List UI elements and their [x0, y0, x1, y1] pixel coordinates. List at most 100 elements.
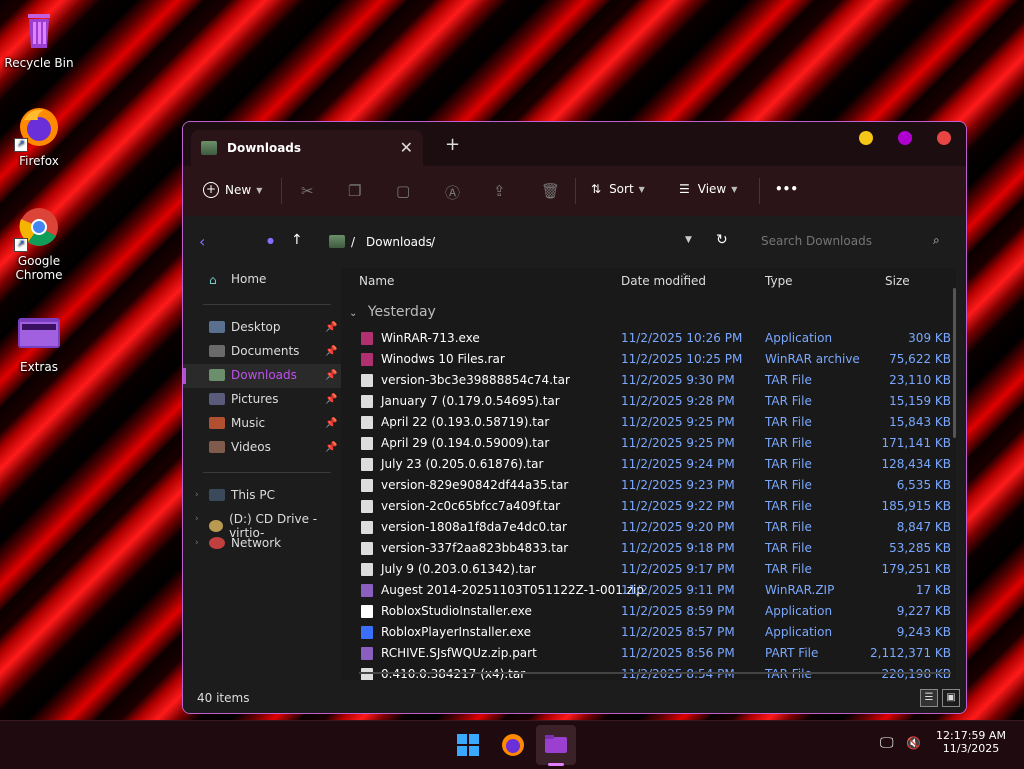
search-icon: ⌕ — [933, 233, 940, 247]
view-button[interactable]: ☰ View ▼ — [679, 182, 737, 196]
file-row[interactable]: Augest 2014-20251103T051122Z-1-001.zip 11… — [359, 580, 951, 601]
clock[interactable]: 12:17:59 AM 11/3/2025 — [934, 729, 1008, 755]
maximize-button[interactable] — [898, 131, 912, 145]
clock-time: 12:17:59 AM — [936, 729, 1006, 742]
new-tab-button[interactable]: + — [445, 134, 460, 155]
nav-item-music[interactable]: Music — [209, 416, 265, 430]
more-options-button[interactable]: ••• — [775, 182, 798, 196]
file-row[interactable]: July 23 (0.205.0.61876).tar 11/2/2025 9:2… — [359, 454, 951, 475]
desktop-icon-firefox[interactable]: ↗ Firefox — [4, 104, 74, 168]
column-header-type[interactable]: Type — [765, 274, 793, 288]
forward-icon[interactable]: ● — [267, 236, 274, 245]
file-row[interactable]: RCHIVE.SJsfWQUz.zip.part 11/2/2025 8:56 P… — [359, 643, 951, 664]
file-list: Name Date modified Type Size ⌄ ⌄ Yesterd… — [341, 268, 956, 680]
file-name: RobloxPlayerInstaller.exe — [381, 625, 531, 639]
file-row[interactable]: January 7 (0.179.0.54695).tar 11/2/2025 9… — [359, 391, 951, 412]
recycle-bin-icon — [16, 6, 62, 52]
close-tab-icon[interactable]: ✕ — [400, 138, 413, 157]
chevron-right-icon[interactable]: › — [195, 490, 199, 500]
close-button[interactable] — [937, 131, 951, 145]
new-button[interactable]: + New ▼ — [203, 182, 262, 198]
nav-item-pictures[interactable]: Pictures — [209, 392, 279, 406]
file-row[interactable]: version-3bc3e39888854c74.tar 11/2/2025 9:… — [359, 370, 951, 391]
desktop-folder-icon — [209, 321, 225, 333]
this-pc-icon — [209, 489, 225, 501]
nav-home[interactable]: ⌂ Home — [209, 272, 266, 287]
nav-item-desktop[interactable]: Desktop — [209, 320, 281, 334]
file-row[interactable]: version-1808a1f8da7e4dc0.tar 11/2/2025 9:… — [359, 517, 951, 538]
pin-icon[interactable]: 📌 — [325, 322, 337, 333]
up-icon[interactable]: ↑ — [291, 232, 303, 248]
videos-folder-icon — [209, 441, 225, 453]
file-row[interactable]: RobloxStudioInstaller.exe 11/2/2025 8:59 … — [359, 601, 951, 622]
file-row[interactable]: WinRAR-713.exe 11/2/2025 10:26 PM Applicat… — [359, 328, 951, 349]
copy-icon[interactable]: ❐ — [348, 182, 361, 200]
desktop-icon-recycle-bin[interactable]: Recycle Bin — [4, 6, 74, 70]
details-view-icon[interactable]: ☰ — [920, 689, 938, 707]
scrollbar[interactable] — [953, 288, 956, 438]
file-row[interactable]: July 9 (0.203.0.61342).tar 11/2/2025 9:17… — [359, 559, 951, 580]
address-bar: ‹ ● ↑ / Downloads / ▼ ↻ ⌕ — [183, 216, 966, 268]
file-type: TAR File — [765, 520, 812, 534]
nav-item-downloads[interactable]: Downloads — [209, 368, 297, 382]
pin-icon[interactable]: 📌 — [325, 442, 337, 453]
file-row[interactable]: RobloxPlayerInstaller.exe 11/2/2025 8:57 … — [359, 622, 951, 643]
desktop-icon-extras[interactable]: Extras — [4, 310, 74, 374]
breadcrumb-downloads[interactable]: Downloads — [366, 235, 432, 249]
minimize-button[interactable] — [859, 131, 873, 145]
desktop-icon-label: Recycle Bin — [4, 56, 74, 70]
file-row[interactable]: Winodws 10 Files.rar 11/2/2025 10:25 PM Wi… — [359, 349, 951, 370]
address-dropdown-icon[interactable]: ▼ — [685, 235, 692, 245]
column-header-name[interactable]: Name — [359, 274, 394, 288]
back-icon[interactable]: ‹ — [199, 232, 205, 251]
taskbar-firefox-icon[interactable] — [500, 732, 526, 758]
pin-icon[interactable]: 📌 — [325, 370, 337, 381]
network-tray-icon[interactable]: 🖵 — [880, 735, 894, 751]
search-input[interactable] — [753, 228, 959, 254]
file-row[interactable]: version-337f2aa823bb4833.tar 11/2/2025 9:… — [359, 538, 951, 559]
tab-downloads[interactable]: Downloads ✕ — [191, 130, 423, 166]
share-icon[interactable]: ⇪ — [493, 182, 506, 200]
title-bar: Downloads ✕ + — [183, 122, 966, 166]
pin-icon[interactable]: 📌 — [325, 394, 337, 405]
tiles-view-icon[interactable]: ▣ — [942, 689, 960, 707]
volume-muted-icon[interactable]: 🔇 — [906, 736, 921, 750]
file-date: 11/2/2025 9:20 PM — [621, 520, 735, 534]
start-button[interactable] — [456, 733, 480, 757]
cd-drive-icon — [209, 520, 224, 532]
file-row[interactable]: April 22 (0.193.0.58719).tar 11/2/2025 9:… — [359, 412, 951, 433]
chevron-right-icon[interactable]: › — [195, 538, 199, 548]
delete-icon[interactable]: 🗑 — [541, 182, 560, 200]
sort-icon: ⇅ — [591, 182, 602, 196]
nav-item-this-pc[interactable]: This PC — [209, 488, 275, 502]
column-header-date[interactable]: Date modified — [621, 274, 706, 288]
rename-icon[interactable]: Ⓐ — [445, 182, 460, 203]
file-size: 309 KB — [908, 331, 951, 345]
file-row[interactable]: version-2c0c65bfcc7a409f.tar 11/2/2025 9:… — [359, 496, 951, 517]
group-header[interactable]: ⌄ Yesterday — [349, 304, 436, 320]
paste-icon[interactable]: ▢ — [396, 182, 410, 200]
content-area: ⌂ Home Desktop 📌 Documents 📌 Downloads 📌 — [183, 268, 966, 713]
file-size: 6,535 KB — [896, 478, 951, 492]
file-type: Application — [765, 604, 833, 618]
refresh-icon[interactable]: ↻ — [716, 232, 728, 248]
file-size: 9,243 KB — [896, 625, 951, 639]
column-header-size[interactable]: Size — [885, 274, 910, 288]
command-bar: + New ▼ ✂ ❐ ▢ Ⓐ ⇪ 🗑 ⇅ Sort ▼ ☰ View ▼ ••… — [183, 166, 966, 216]
taskbar-file-explorer-icon[interactable] — [536, 725, 576, 766]
pin-icon[interactable]: 📌 — [325, 346, 337, 357]
sort-button[interactable]: ⇅ Sort ▼ — [591, 182, 645, 196]
nav-item-documents[interactable]: Documents — [209, 344, 299, 358]
file-file-icon — [361, 542, 373, 555]
file-row[interactable]: April 29 (0.194.0.59009).tar 11/2/2025 9:… — [359, 433, 951, 454]
nav-item-network[interactable]: Network — [209, 536, 281, 550]
pin-icon[interactable]: 📌 — [325, 418, 337, 429]
chevron-down-icon: ▼ — [256, 185, 263, 195]
file-size: 171,141 KB — [881, 436, 951, 450]
chevron-right-icon[interactable]: › — [195, 514, 199, 524]
cut-icon[interactable]: ✂ — [301, 182, 314, 200]
file-row[interactable]: version-829e90842df44a35.tar 11/2/2025 9:… — [359, 475, 951, 496]
nav-item-videos[interactable]: Videos — [209, 440, 271, 454]
file-date: 11/2/2025 9:18 PM — [621, 541, 735, 555]
desktop-icon-chrome[interactable]: ↗ Google Chrome — [4, 204, 74, 282]
